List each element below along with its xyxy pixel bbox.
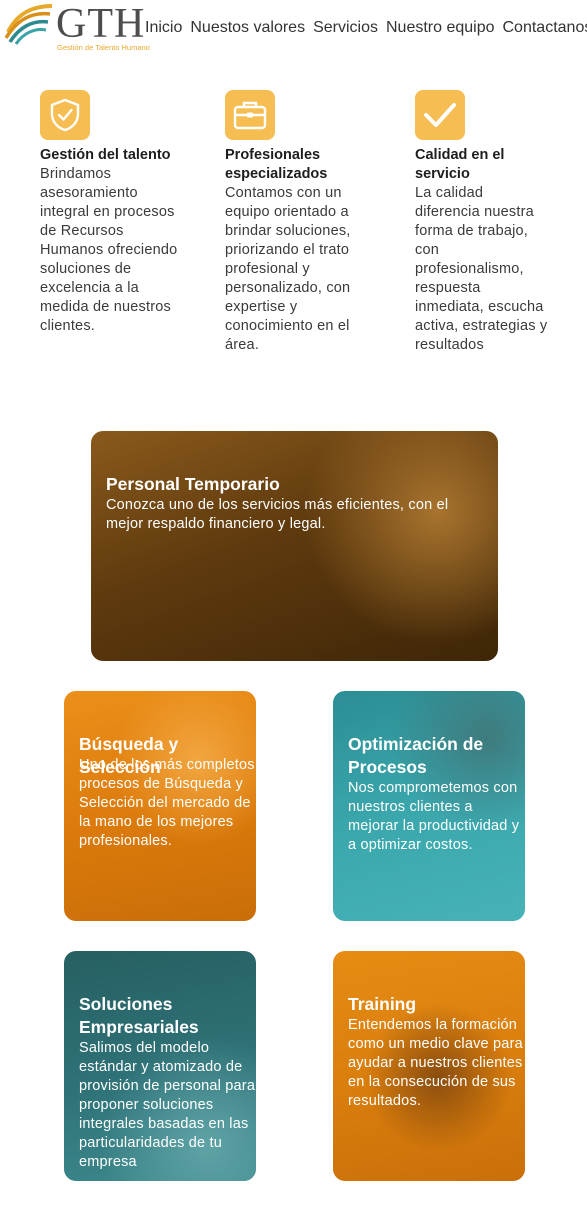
feature-text: La calidad diferencia nuestra forma de t…: [415, 185, 548, 353]
logo-text: GTH: [56, 1, 146, 47]
main-nav: Inicio Nuestos valores Servicios Nuestro…: [145, 18, 587, 38]
card-title: Soluciones Empresariales: [79, 994, 199, 1037]
logo-swoosh-icon: [4, 4, 53, 45]
service-card-busqueda-seleccion[interactable]: Búsqueda y Selección Uno de los más comp…: [64, 691, 256, 921]
logo-subtitle: Gestión de Talento Humano: [57, 43, 150, 52]
feature-calidad: Calidad en el servicio La calidad difere…: [415, 90, 550, 355]
card-text: Salimos del modelo estándar y atomizado …: [79, 1040, 256, 1170]
nav-link-servicios[interactable]: Servicios: [313, 18, 378, 38]
card-title: Training: [348, 994, 417, 1014]
service-card-training[interactable]: Training Entendemos la formación como un…: [333, 951, 525, 1181]
nav-link-valores[interactable]: Nuestos valores: [190, 18, 305, 38]
shield-check-icon: [40, 90, 90, 140]
service-card-soluciones[interactable]: Soluciones Empresariales Salimos del mod…: [64, 951, 256, 1181]
briefcase-icon: [225, 90, 275, 140]
card-title: Personal Temporario: [106, 474, 280, 494]
card-text: Nos comprometemos con nuestros clientes …: [348, 780, 520, 853]
feature-profesionales: Profesionales especializados Contamos co…: [225, 90, 365, 355]
nav-link-contactanos[interactable]: Contactanos: [503, 18, 587, 38]
card-title: Optimización de Procesos: [348, 734, 484, 777]
feature-gestion-talento: Gestión del talento Brindamos asesoramie…: [40, 90, 190, 336]
service-card-optimizacion[interactable]: Optimización de Procesos Nos comprometem…: [333, 691, 525, 921]
card-text: Entendemos la formación como un medio cl…: [348, 1017, 523, 1109]
nav-link-equipo[interactable]: Nuestro equipo: [386, 18, 495, 38]
site-header: GTH Gestión de Talento Humano Inicio Nue…: [0, 0, 587, 60]
card-photo-background: [91, 431, 498, 661]
feature-text: Contamos con un equipo orientado a brind…: [225, 185, 351, 353]
card-text: Conozca uno de los servicios más eficien…: [106, 497, 449, 532]
gth-logo[interactable]: GTH Gestión de Talento Humano: [4, 1, 150, 54]
nav-link-inicio[interactable]: Inicio: [145, 18, 182, 38]
feature-title: Gestión del talento: [40, 147, 171, 163]
feature-title: Profesionales especializados: [225, 147, 328, 182]
checkmark-icon: [415, 90, 465, 140]
feature-title: Calidad en el servicio: [415, 147, 505, 182]
feature-text: Brindamos asesoramiento integral en proc…: [40, 166, 178, 334]
card-text: Uno de los más completos procesos de Bús…: [79, 757, 255, 849]
service-card-personal-temporario[interactable]: Personal Temporario Conozca uno de los s…: [91, 431, 498, 661]
